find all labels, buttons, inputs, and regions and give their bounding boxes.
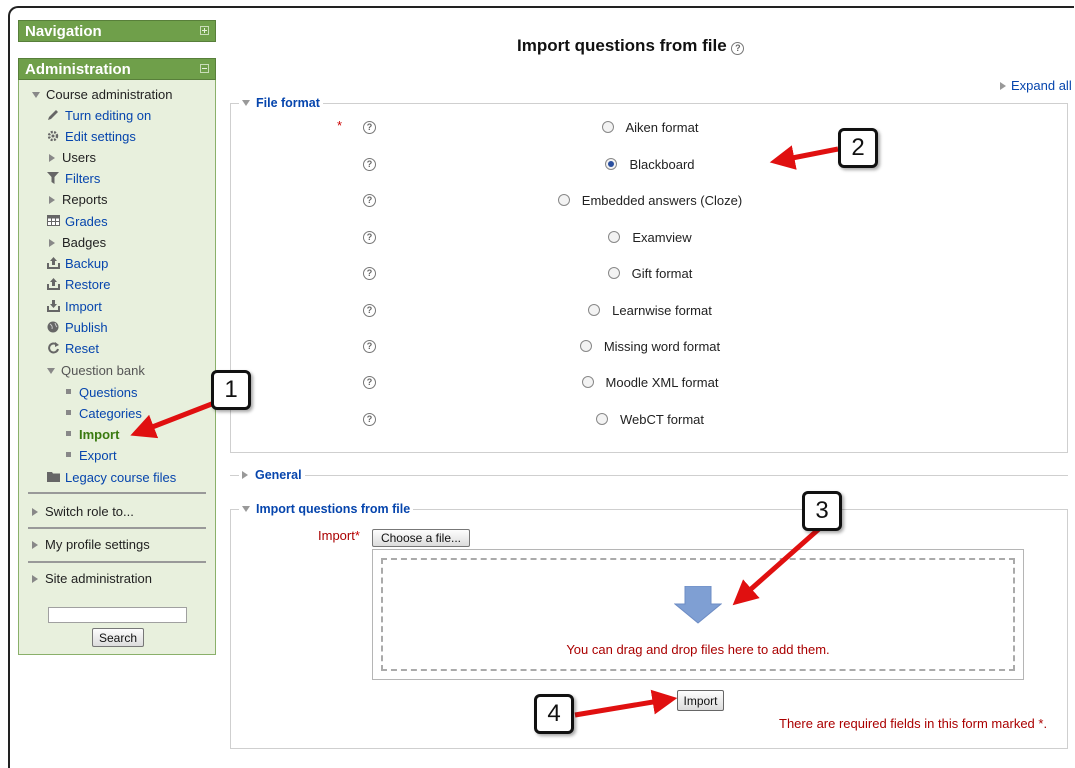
callout-3: 3 (802, 491, 842, 531)
callout-4: 4 (534, 694, 574, 734)
callout-2: 2 (838, 128, 878, 168)
annotation-arrows (130, 145, 839, 718)
annotation-arrow-2 (769, 145, 839, 170)
annotation-arrow-3 (732, 526, 822, 606)
callout-1: 1 (211, 370, 251, 410)
annotation-arrow-1 (130, 397, 223, 439)
annotation-arrow-4 (574, 689, 678, 718)
